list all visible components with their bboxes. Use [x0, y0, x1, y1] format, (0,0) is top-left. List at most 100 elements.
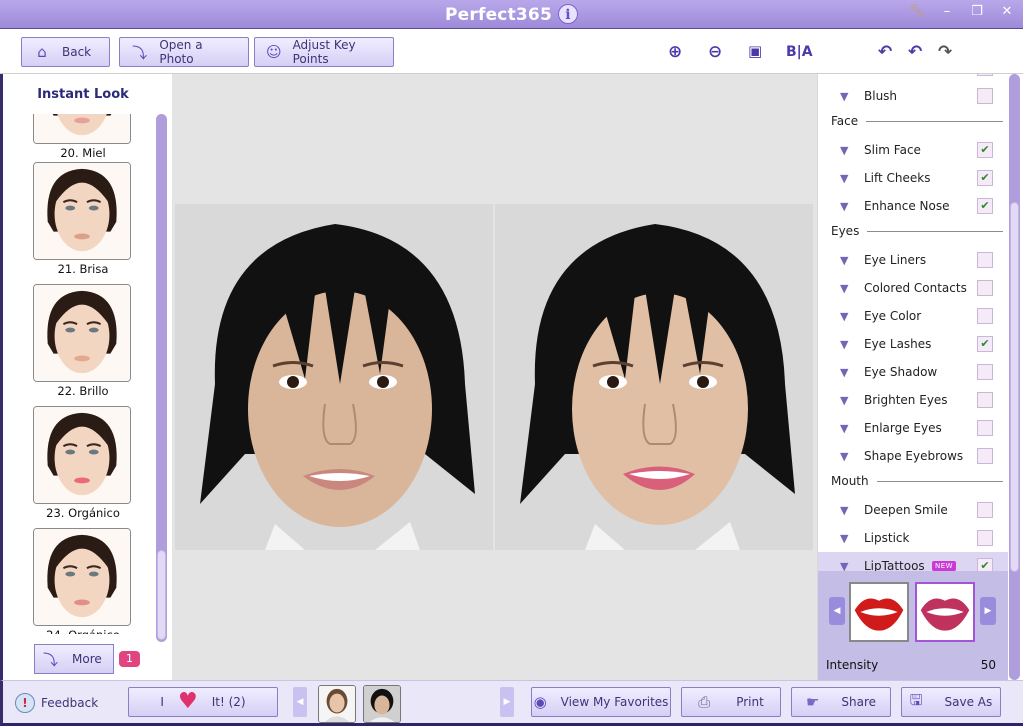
- feature-list-scrollbar[interactable]: [1009, 74, 1020, 680]
- feature-item-eye-liners[interactable]: ▼ Eye Liners: [818, 246, 1008, 274]
- feature-label: Shape Eyebrows: [864, 449, 964, 463]
- toolbar: ⌂ Back ⤵ Open a Photo ☺ Adjust Key Point…: [0, 30, 1023, 74]
- love-it-button[interactable]: I ♥ It! (2): [128, 687, 278, 717]
- lip-tattoo-red[interactable]: [849, 582, 909, 642]
- expand-triangle-icon[interactable]: ▼: [840, 144, 848, 157]
- intensity-label: Intensity: [826, 658, 879, 672]
- feature-checkbox[interactable]: [977, 502, 993, 518]
- close-icon[interactable]: ✕: [999, 4, 1015, 19]
- divider: [867, 230, 1003, 232]
- undo-icon[interactable]: ↶: [908, 42, 922, 62]
- more-button[interactable]: ⤵ More: [34, 644, 114, 674]
- feature-item-eye-lashes[interactable]: ▼ Eye Lashes ✔: [818, 330, 1008, 358]
- expand-triangle-icon[interactable]: ▼: [840, 254, 848, 267]
- feature-item-eye-shadow[interactable]: ▼ Eye Shadow: [818, 358, 1008, 386]
- wrench-icon[interactable]: 🔧︎: [909, 4, 926, 19]
- feature-item-enhance-nose[interactable]: ▼ Enhance Nose ✔: [818, 192, 1008, 220]
- look-item[interactable]: 21. Brisa: [33, 162, 133, 276]
- zoom-out-icon[interactable]: ⊖: [708, 42, 722, 62]
- feature-item-colored-contacts[interactable]: ▼ Colored Contacts: [818, 274, 1008, 302]
- look-item[interactable]: 22. Brillo: [33, 284, 133, 398]
- view-favorites-button[interactable]: ◉ View My Favorites: [531, 687, 671, 717]
- expand-triangle-icon[interactable]: ▼: [840, 504, 848, 517]
- before-face-image: [175, 204, 493, 550]
- feature-checkbox[interactable]: ✔: [977, 198, 993, 214]
- feature-item-blush[interactable]: ▼ Blush: [818, 82, 1008, 110]
- feature-checkbox[interactable]: [977, 88, 993, 104]
- save-as-button[interactable]: 🖫︎ Save As: [901, 687, 1001, 717]
- feature-label: Lift Cheeks: [864, 171, 931, 185]
- feature-item-eye-color[interactable]: ▼ Eye Color: [818, 302, 1008, 330]
- expand-triangle-icon[interactable]: ▼: [840, 338, 848, 351]
- fit-screen-icon[interactable]: ▣: [748, 42, 762, 60]
- feature-label: Lipstick: [864, 531, 910, 545]
- share-button[interactable]: ☛ Share: [791, 687, 891, 717]
- scrollbar-thumb[interactable]: [1010, 202, 1019, 572]
- expand-triangle-icon[interactable]: ▼: [840, 532, 848, 545]
- feature-checkbox[interactable]: [977, 420, 993, 436]
- before-photo[interactable]: [175, 204, 493, 550]
- expand-triangle-icon[interactable]: ▼: [840, 172, 848, 185]
- look-item[interactable]: 24. Orgánico: [33, 528, 133, 634]
- look-item[interactable]: 20. Miel: [33, 114, 133, 160]
- expand-triangle-icon[interactable]: ▼: [840, 282, 848, 295]
- adjust-key-points-button[interactable]: ☺ Adjust Key Points: [254, 37, 394, 67]
- photo-next-arrow[interactable]: ▶: [500, 687, 514, 717]
- redo-icon[interactable]: ↷: [938, 42, 952, 62]
- title-bar: Perfect365 i 🔧︎ – ❐ ✕: [0, 0, 1023, 29]
- feature-item-lipstick[interactable]: ▼ Lipstick: [818, 524, 1008, 552]
- feature-checkbox[interactable]: [977, 364, 993, 380]
- feature-checkbox[interactable]: ✔: [977, 142, 993, 158]
- feature-checkbox[interactable]: [977, 308, 993, 324]
- before-after-toggle[interactable]: B|A: [786, 44, 813, 60]
- feature-checkbox[interactable]: [977, 530, 993, 546]
- scrollbar-thumb[interactable]: [157, 550, 166, 640]
- feature-label: Eye Liners: [864, 253, 927, 267]
- feature-item-shape-eyebrows[interactable]: ▼ Shape Eyebrows: [818, 442, 1008, 470]
- look-thumbnail: [33, 114, 131, 144]
- look-item[interactable]: 23. Orgánico: [33, 406, 133, 520]
- hand-icon: ☛: [805, 693, 820, 711]
- feature-checkbox[interactable]: ✔: [977, 170, 993, 186]
- feature-item-enlarge-eyes[interactable]: ▼ Enlarge Eyes: [818, 414, 1008, 442]
- feedback-icon: !: [15, 693, 35, 713]
- tattoo-next-arrow[interactable]: ▶: [980, 597, 996, 625]
- zoom-in-icon[interactable]: ⊕: [668, 42, 682, 62]
- expand-triangle-icon[interactable]: ▼: [840, 90, 848, 103]
- minimize-icon[interactable]: –: [939, 4, 955, 19]
- tattoo-prev-arrow[interactable]: ◀: [829, 597, 845, 625]
- after-photo[interactable]: [495, 204, 813, 550]
- feature-item-lift-cheeks[interactable]: ▼ Lift Cheeks ✔: [818, 164, 1008, 192]
- feature-checkbox[interactable]: [977, 448, 993, 464]
- info-icon[interactable]: i: [558, 4, 578, 24]
- bottom-bar: ! Feedback I ♥ It! (2) ◀ ▶ ◉ View My Fav…: [0, 680, 1023, 726]
- recent-photo-thumb-2[interactable]: [363, 685, 401, 723]
- open-photo-button[interactable]: ⤵ Open a Photo: [119, 37, 249, 67]
- expand-triangle-icon[interactable]: ▼: [840, 450, 848, 463]
- look-list-scrollbar[interactable]: [156, 114, 167, 642]
- expand-triangle-icon[interactable]: ▼: [840, 310, 848, 323]
- restore-icon[interactable]: ❐: [969, 4, 985, 19]
- feature-item-brighten-eyes[interactable]: ▼ Brighten Eyes: [818, 386, 1008, 414]
- feedback-link[interactable]: ! Feedback: [15, 693, 98, 713]
- feature-checkbox[interactable]: [977, 392, 993, 408]
- notification-badge: 1: [119, 651, 140, 667]
- expand-triangle-icon[interactable]: ▼: [840, 394, 848, 407]
- checkbox[interactable]: [977, 74, 993, 76]
- feature-label: Colored Contacts: [864, 281, 967, 295]
- feature-item-deepen-smile[interactable]: ▼ Deepen Smile: [818, 496, 1008, 524]
- feature-label: Brighten Eyes: [864, 393, 948, 407]
- expand-triangle-icon[interactable]: ▼: [840, 200, 848, 213]
- feature-checkbox[interactable]: [977, 280, 993, 296]
- expand-triangle-icon[interactable]: ▼: [840, 422, 848, 435]
- print-button[interactable]: ⎙ Print: [681, 687, 781, 717]
- expand-triangle-icon[interactable]: ▼: [840, 366, 848, 379]
- back-button[interactable]: ⌂ Back: [21, 37, 110, 67]
- undo-all-icon[interactable]: ↶: [878, 42, 892, 62]
- recent-photo-thumb-1[interactable]: [318, 685, 356, 723]
- feature-checkbox[interactable]: [977, 252, 993, 268]
- feature-checkbox[interactable]: ✔: [977, 336, 993, 352]
- photo-prev-arrow[interactable]: ◀: [293, 687, 307, 717]
- lip-tattoo-pink-pattern[interactable]: [915, 582, 975, 642]
- feature-item-slim-face[interactable]: ▼ Slim Face ✔: [818, 136, 1008, 164]
